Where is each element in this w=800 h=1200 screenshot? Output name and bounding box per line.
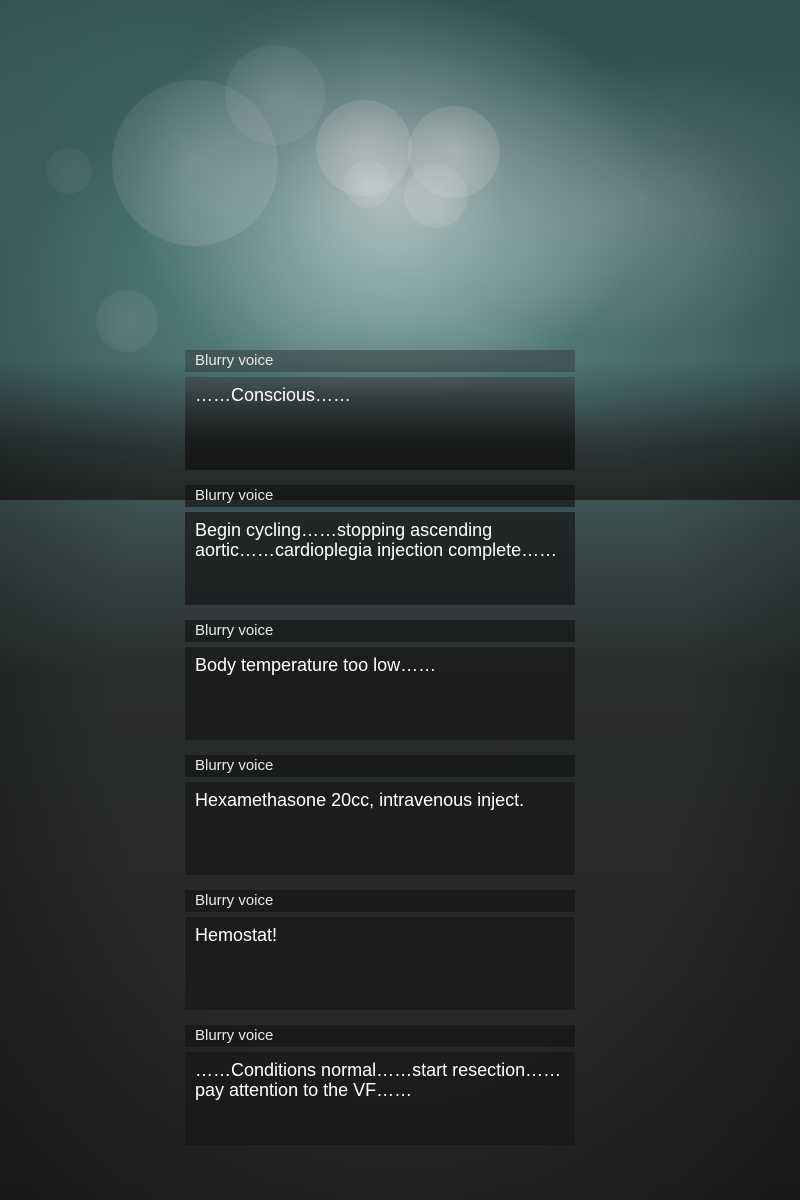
log-entry[interactable]: Blurry voice Body temperature too low……: [185, 620, 575, 740]
dialogue-text: Hexamethasone 20cc, intravenous inject.: [185, 782, 575, 875]
log-entry[interactable]: Blurry voice Hemostat!: [185, 890, 575, 1010]
dialogue-text: Hemostat!: [185, 917, 575, 1010]
log-entry[interactable]: Blurry voice Hexamethasone 20cc, intrave…: [185, 755, 575, 875]
log-entry[interactable]: Blurry voice ……Conditions normal……start …: [185, 1025, 575, 1145]
speaker-name: Blurry voice: [185, 620, 575, 642]
dialogue-text: Begin cycling……stopping ascending aortic…: [185, 512, 575, 605]
dialogue-log[interactable]: Blurry voice ……Conscious…… Blurry voice …: [185, 350, 575, 1160]
speaker-name: Blurry voice: [185, 485, 575, 507]
speaker-name: Blurry voice: [185, 350, 575, 372]
speaker-name: Blurry voice: [185, 755, 575, 777]
dialogue-text: Body temperature too low……: [185, 647, 575, 740]
log-entry[interactable]: Blurry voice Begin cycling……stopping asc…: [185, 485, 575, 605]
log-entry[interactable]: Blurry voice ……Conscious……: [185, 350, 575, 470]
speaker-name: Blurry voice: [185, 890, 575, 912]
dialogue-text: ……Conscious……: [185, 377, 575, 470]
speaker-name: Blurry voice: [185, 1025, 575, 1047]
dialogue-text: ……Conditions normal……start resection……pa…: [185, 1052, 575, 1145]
